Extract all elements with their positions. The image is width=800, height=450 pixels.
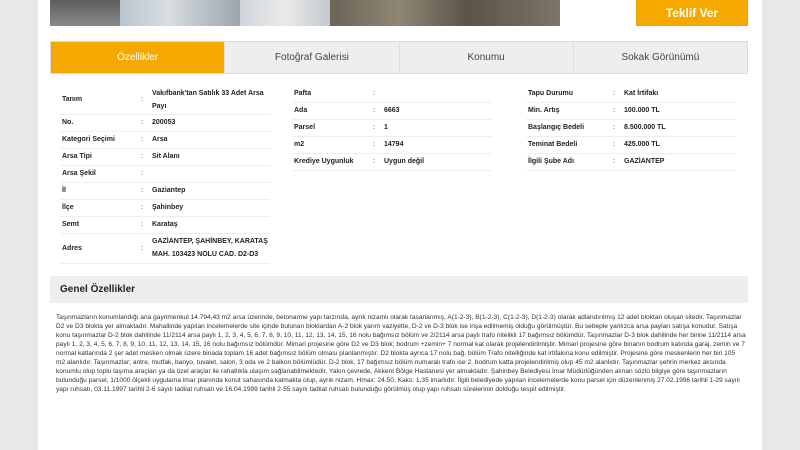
row-value: Kat İrtifakı <box>622 86 736 103</box>
row-sep: : <box>134 165 150 183</box>
table-row: Tanım: Vakıfbank'tan Satılık 33 Adet Arsa… <box>60 86 270 115</box>
row-value: GAZİANTEP <box>622 153 736 171</box>
table-row: Min. Artış:100.000 TL <box>526 102 736 120</box>
row-value: 100.000 TL <box>622 102 736 120</box>
details-table-1: Tanım: Vakıfbank'tan Satılık 33 Adet Arsa… <box>60 86 270 264</box>
row-key: Arsa Tipi <box>60 148 134 166</box>
tab-location[interactable]: Konumu <box>400 42 574 73</box>
row-value: 200053 <box>150 114 270 132</box>
row-key: Ada <box>292 102 366 120</box>
table-row: Teminat Bedeli:425.000 TL <box>526 136 736 154</box>
row-sep: : <box>134 182 150 200</box>
table-row: Adres: GAZİANTEP, ŞAHİNBEY, KARATAŞ MAH. … <box>60 233 270 264</box>
row-value: Gaziantep <box>150 182 270 200</box>
table-row: Semt: Karataş <box>60 216 270 234</box>
row-value: 8.500.000 TL <box>622 119 736 137</box>
table-row: Pafta: <box>292 86 492 103</box>
table-row: Ada:6663 <box>292 102 492 120</box>
general-description: Taşınmazların konumlandığı ana gayrimenk… <box>56 314 746 393</box>
row-value <box>150 165 270 183</box>
row-value: Sit Alanı <box>150 148 270 166</box>
tab-features[interactable]: Özellikler <box>51 42 226 73</box>
row-key: İl <box>60 182 134 200</box>
table-row: İl: Gaziantep <box>60 182 270 200</box>
row-sep: : <box>134 114 150 132</box>
section-title: Genel Özellikler <box>60 284 136 295</box>
photo-thumbnail[interactable] <box>120 0 240 26</box>
photo-spacer <box>560 0 592 26</box>
row-sep: : <box>366 102 382 120</box>
row-key: Semt <box>60 216 134 234</box>
table-row: Başlangıç Bedeli:8.500.000 TL <box>526 119 736 137</box>
table-row: Krediye Uygunluk: Uygun değil <box>292 153 492 171</box>
row-sep: : <box>606 153 622 171</box>
table-row: No.:200053 <box>60 114 270 132</box>
row-value: GAZİANTEP, ŞAHİNBEY, KARATAŞ MAH. 103423… <box>150 233 270 264</box>
row-key: Kategori Seçimi <box>60 131 134 149</box>
row-key: Arsa Şekil <box>60 165 134 183</box>
table-row: Arsa Tipi: Sit Alanı <box>60 148 270 166</box>
table-row: Tapu Durumu: Kat İrtifakı <box>526 86 736 103</box>
table-row: Kategori Seçimi: Arsa <box>60 131 270 149</box>
row-key: Teminat Bedeli <box>526 136 606 154</box>
row-key: Min. Artış <box>526 102 606 120</box>
details-column-3: Tapu Durumu: Kat İrtifakı Min. Artış:100.… <box>526 86 736 171</box>
listing-page: Teklif Ver Özellikler Fotoğraf Galerisi … <box>38 0 762 450</box>
row-key: No. <box>60 114 134 132</box>
row-sep: : <box>606 136 622 154</box>
row-value: Arsa <box>150 131 270 149</box>
details-column-2: Pafta: Ada:6663 Parsel:1 m2:14794 Krediy… <box>292 86 492 171</box>
photo-thumbnail[interactable] <box>330 0 560 26</box>
table-row: İlçe: Şahinbey <box>60 199 270 217</box>
row-value: Vakıfbank'tan Satılık 33 Adet Arsa Payı <box>150 86 270 115</box>
row-key: Tapu Durumu <box>526 86 606 103</box>
row-key: Tanım <box>60 86 134 115</box>
row-value: 425.000 TL <box>622 136 736 154</box>
row-value: 14794 <box>382 136 492 154</box>
row-key: Başlangıç Bedeli <box>526 119 606 137</box>
row-key: Adres <box>60 233 134 264</box>
photo-thumbnail[interactable] <box>50 0 120 26</box>
row-value: 1 <box>382 119 492 137</box>
row-key: İlgili Şube Adı <box>526 153 606 171</box>
row-sep: : <box>366 153 382 171</box>
table-row: Parsel:1 <box>292 119 492 137</box>
row-value: Karataş <box>150 216 270 234</box>
row-value: Şahinbey <box>150 199 270 217</box>
row-key: m2 <box>292 136 366 154</box>
offer-button[interactable]: Teklif Ver <box>636 0 748 26</box>
photo-thumbnail[interactable] <box>240 0 330 26</box>
details-table-2: Pafta: Ada:6663 Parsel:1 m2:14794 Krediy… <box>292 86 492 171</box>
table-row: İlgili Şube Adı: GAZİANTEP <box>526 153 736 171</box>
row-sep: : <box>606 86 622 103</box>
row-sep: : <box>366 86 382 103</box>
tab-bar: Özellikler Fotoğraf Galerisi Konumu Soka… <box>50 41 748 74</box>
row-key: Pafta <box>292 86 366 103</box>
table-row: m2:14794 <box>292 136 492 154</box>
row-key: Krediye Uygunluk <box>292 153 366 171</box>
tab-street-view[interactable]: Sokak Görünümü <box>574 42 747 73</box>
general-features-header: Genel Özellikler <box>50 276 748 303</box>
details-column-1: Tanım: Vakıfbank'tan Satılık 33 Adet Arsa… <box>60 86 270 264</box>
row-sep: : <box>366 119 382 137</box>
row-sep: : <box>134 233 150 264</box>
row-key: İlçe <box>60 199 134 217</box>
row-value: Uygun değil <box>382 153 492 171</box>
details-table-3: Tapu Durumu: Kat İrtifakı Min. Artış:100.… <box>526 86 736 171</box>
row-sep: : <box>366 136 382 154</box>
row-sep: : <box>134 148 150 166</box>
row-sep: : <box>606 119 622 137</box>
table-row: Arsa Şekil: <box>60 165 270 183</box>
row-sep: : <box>134 131 150 149</box>
row-value <box>382 86 492 103</box>
row-sep: : <box>134 216 150 234</box>
row-sep: : <box>606 102 622 120</box>
row-sep: : <box>134 86 150 115</box>
row-value: 6663 <box>382 102 492 120</box>
row-sep: : <box>134 199 150 217</box>
row-key: Parsel <box>292 119 366 137</box>
tab-photo-gallery[interactable]: Fotoğraf Galerisi <box>225 42 400 73</box>
